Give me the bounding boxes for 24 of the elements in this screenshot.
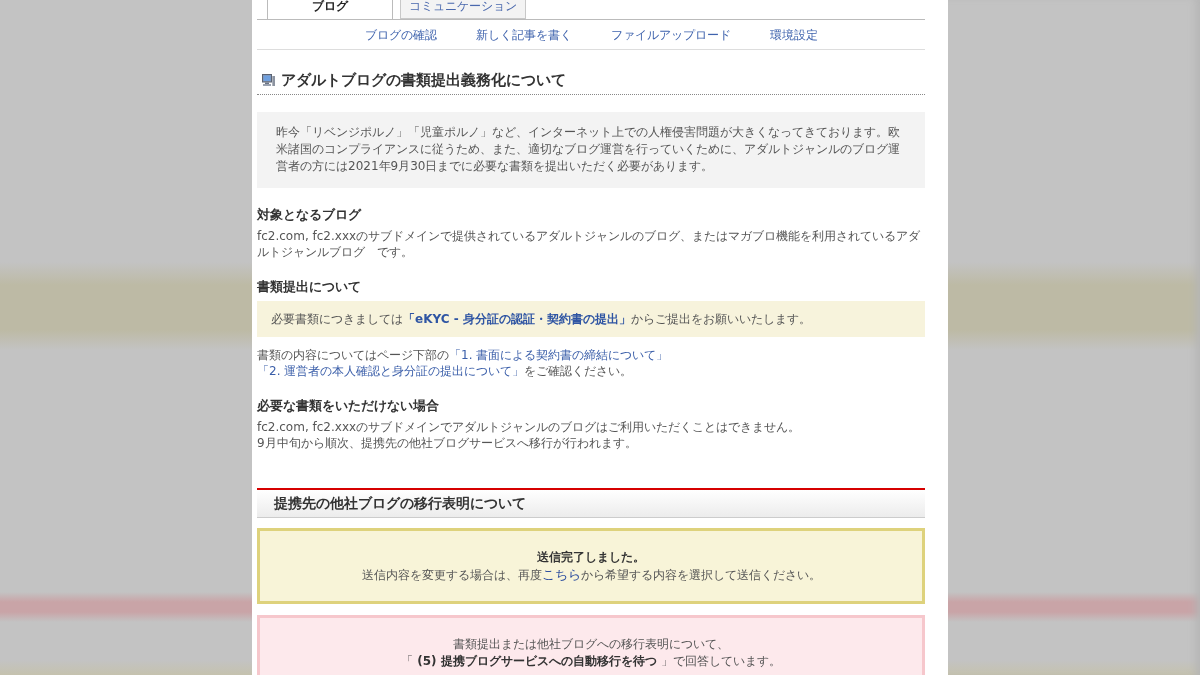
body-paragraph: fc2.com, fc2.xxxのサブドメインでアダルトジャンルのブログはご利用いただくことはできません。 9月中旬から順次、提携先の他社ブログサービスへ移行が行われます。 [257,419,802,451]
message-text: 書類提出または他社ブログへの移行表明について、 「 (5) 提携ブログサービスへの自動移行を待つ 」で回答しています。 [400,636,782,670]
inline-link[interactable]: 「2. 運営者の本人確認と身分証の提出について」 [257,364,525,378]
notice-text: 必要書類につきましては「eKYC - 身分証の認証・契約書の提出」からご提出をお願いいたします。 [271,311,812,327]
section-heading: 必要な書類をいただけない場合 [257,397,440,415]
nav-link[interactable]: 新しく記事を書く [475,27,572,43]
nav-link[interactable]: ファイルアップロード [610,27,731,43]
body-paragraph: fc2.com, fc2.xxxのサブドメインで提供されているアダルトジャンルのブログ、またはマガブロ機能を利用されているアダルトジャンルブログ です。 [257,228,922,260]
section-heading: 対象となるブログ [257,206,363,224]
tab[interactable]: ブログ [267,0,393,20]
section-heading: 書類提出について [257,278,362,296]
inline-link[interactable]: 「eKYC - 身分証の認証・契約書の提出」 [403,312,631,326]
message-text: 送信内容を変更する場合は、再度こちらから希望する内容を選択して送信ください。 [360,566,822,584]
message-title: 送信完了しました。 [536,549,646,566]
nav-link[interactable]: ブログの確認 [364,27,437,43]
tab[interactable]: コミュニケーション [400,0,526,19]
computer-icon [262,74,275,86]
body-paragraph: 書類の内容についてはページ下部の「1. 書面による契約書の締結について」 「2. 運営者の本人確認と身分証の提出について」をご確認ください。 [257,347,670,379]
section-header: 提携先の他社ブログの移行表明について [257,488,925,518]
page-heading: アダルトブログの書類提出義務化について [281,70,566,90]
inline-link[interactable]: 「1. 書面による契約書の締結について」 [449,348,669,362]
nav-link[interactable]: 環境設定 [769,27,818,43]
inline-link[interactable]: こちら [541,567,581,582]
intro-paragraph: 昨今「リベンジポルノ」「児童ポルノ」など、インターネット上での人権侵害問題が大きくなってきております。欧米諸国のコンプライアンスに従うため、また、適切なブログ運営を行っていくために、アダルトジャンルのブログ運営者の方には2021年9月30日までに必要な書類を提出いただく必要があります。 [276,124,901,175]
